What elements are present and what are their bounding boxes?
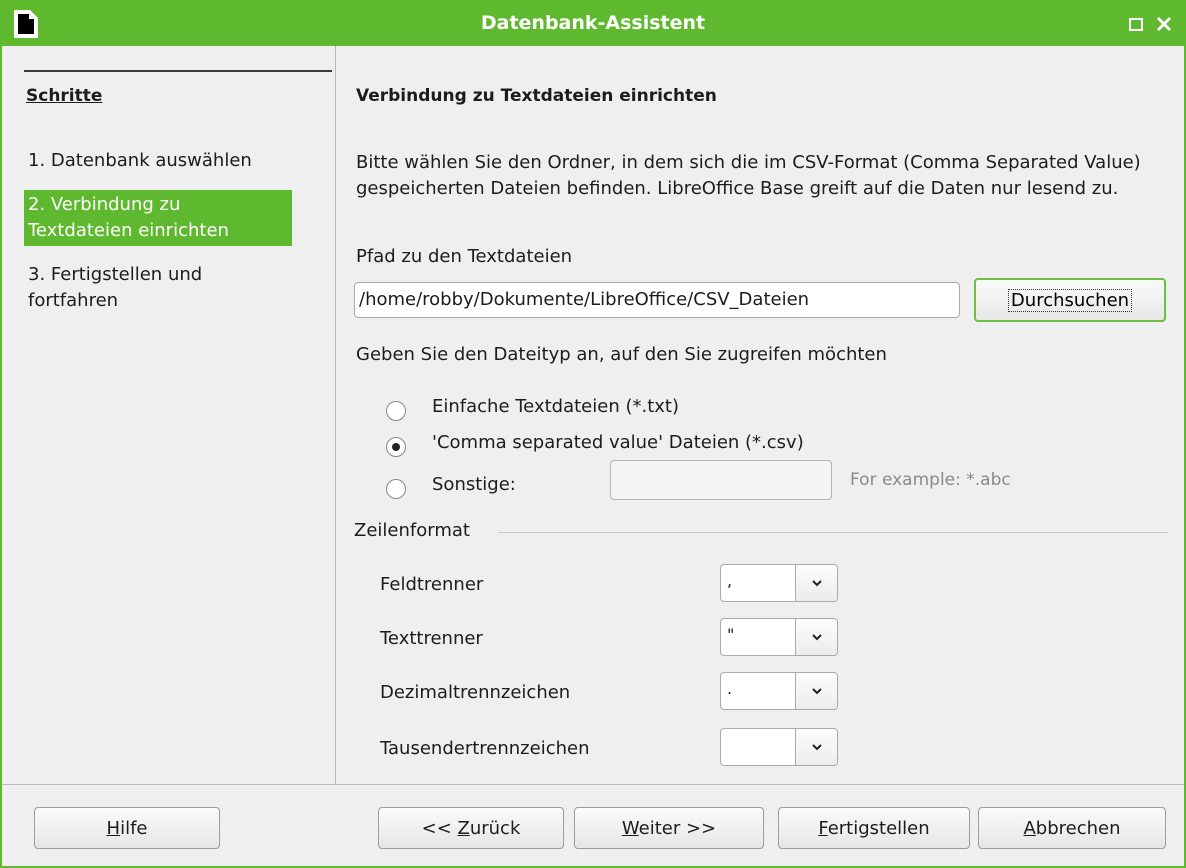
filetype-label: Geben Sie den Dateityp an, auf den Sie z… (356, 344, 887, 365)
steps-header: Schritte (26, 86, 103, 106)
decimal-separator-combo[interactable]: . (720, 672, 838, 710)
combo-value: . (727, 679, 733, 698)
radio-csv-files[interactable]: 'Comma separated value' Dateien (*.csv) (386, 432, 804, 458)
dropdown-button[interactable] (795, 729, 837, 765)
step-finish[interactable]: 3. Fertigstellen und fortfahren (24, 262, 294, 314)
browse-button[interactable]: Durchsuchen (974, 278, 1166, 322)
maximize-icon[interactable] (1124, 12, 1148, 36)
sidebar-divider (24, 70, 332, 72)
thousands-separator-combo[interactable] (720, 728, 838, 766)
radio-text-files[interactable]: Einfache Textdateien (*.txt) (386, 396, 679, 422)
title-bar: Datenbank-Assistent (2, 2, 1184, 46)
step-text-connection[interactable]: 2. Verbindung zu Textdateien einrichten (24, 190, 292, 246)
radio-other-files[interactable]: Sonstige: (386, 474, 516, 500)
help-button[interactable]: Hilfe (34, 807, 220, 849)
example-hint: For example: *.abc (850, 470, 1011, 490)
combo-value: " (727, 625, 735, 644)
main-panel: Verbindung zu Textdateien einrichten Bit… (338, 46, 1184, 784)
back-button[interactable]: << Zurück (378, 807, 564, 849)
dropdown-button[interactable] (795, 565, 837, 601)
radio-label: Sonstige: (432, 474, 516, 495)
radio-button[interactable] (386, 401, 406, 421)
page-title: Verbindung zu Textdateien einrichten (356, 86, 717, 106)
field-separator-label: Feldtrenner (380, 574, 484, 595)
decimal-separator-label: Dezimaltrennzeichen (380, 682, 571, 703)
other-extension-input[interactable] (610, 460, 832, 500)
chevron-down-icon (812, 744, 822, 751)
row-format-group-label: Zeilenformat (354, 520, 470, 541)
wizard-window: Datenbank-Assistent Schritte 1. Datenban… (0, 0, 1186, 868)
dropdown-button[interactable] (795, 619, 837, 655)
step-select-database[interactable]: 1. Datenbank auswählen (24, 148, 294, 174)
steps-sidebar: Schritte 1. Datenbank auswählen 2. Verbi… (2, 46, 336, 784)
button-bar: Hilfe << Zurück Weiter >> Fertigstellen … (2, 784, 1184, 866)
radio-button-selected[interactable] (386, 437, 406, 457)
finish-button[interactable]: Fertigstellen (778, 807, 970, 849)
chevron-down-icon (812, 580, 822, 587)
browse-button-label: Durchsuchen (1007, 288, 1133, 312)
next-button[interactable]: Weiter >> (574, 807, 764, 849)
chevron-down-icon (812, 688, 822, 695)
dropdown-button[interactable] (795, 673, 837, 709)
description-text: Bitte wählen Sie den Ordner, in dem sich… (356, 152, 1141, 199)
path-label: Pfad zu den Textdateien (356, 246, 573, 267)
chevron-down-icon (812, 634, 822, 641)
path-input[interactable]: /home/robby/Dokumente/LibreOffice/CSV_Da… (354, 282, 960, 318)
text-separator-label: Texttrenner (380, 628, 483, 649)
thousands-separator-label: Tausendertrennzeichen (380, 738, 590, 759)
radio-button[interactable] (386, 479, 406, 499)
combo-value: , (727, 571, 733, 590)
cancel-button[interactable]: Abbrechen (978, 807, 1166, 849)
window-title: Datenbank-Assistent (480, 12, 706, 34)
radio-label: 'Comma separated value' Dateien (*.csv) (432, 432, 804, 453)
text-separator-combo[interactable]: " (720, 618, 838, 656)
close-icon[interactable] (1152, 12, 1176, 36)
group-divider (498, 532, 1168, 533)
field-separator-combo[interactable]: , (720, 564, 838, 602)
radio-label: Einfache Textdateien (*.txt) (432, 396, 679, 417)
